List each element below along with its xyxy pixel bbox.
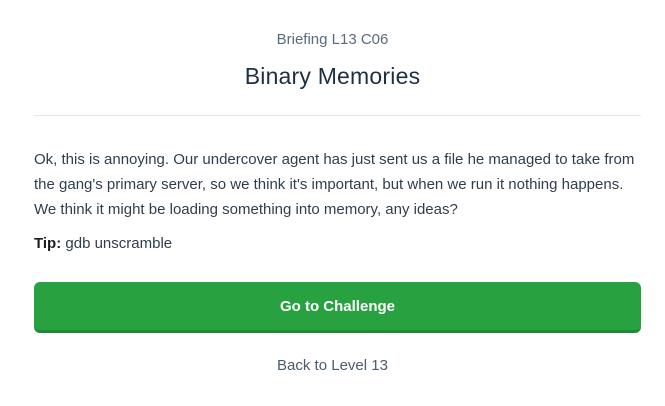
tip-line: Tip: gdb unscramble [34, 234, 641, 254]
briefing-text: Ok, this is annoying. Our undercover age… [34, 151, 635, 218]
page-title: Binary Memories [244, 63, 421, 89]
briefing-subtitle: Briefing L13 C06 [276, 31, 389, 48]
back-to-level-link[interactable]: Back to Level 13 [0, 356, 665, 376]
tip-label: Tip: [34, 235, 62, 252]
go-to-challenge-button[interactable]: Go to Challenge [34, 282, 641, 333]
header-divider [34, 115, 641, 116]
tip-text: gdb unscramble [61, 235, 173, 252]
briefing-card: Briefing L13 C06 Binary Memories Ok, thi… [0, 0, 665, 406]
briefing-header: Briefing L13 C06 Binary Memories [0, 0, 665, 91]
